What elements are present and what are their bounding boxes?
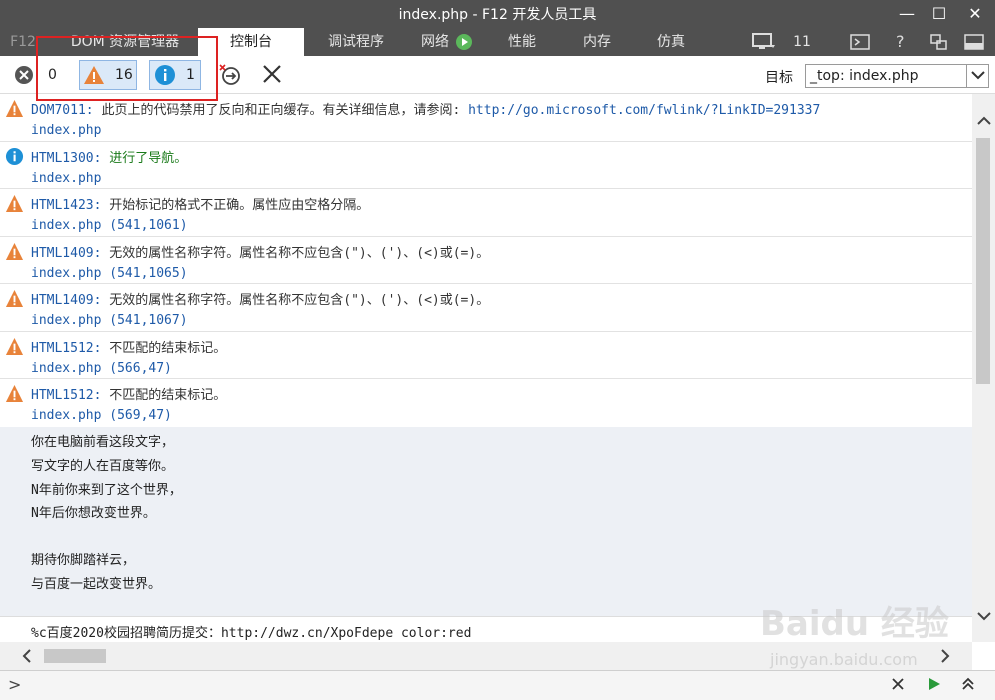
- info-icon: [5, 147, 24, 165]
- console-entry: HTML1300: 进行了导航。 index.php: [0, 142, 972, 189]
- highlight-box: [36, 36, 218, 101]
- target-select[interactable]: _top: index.php: [805, 64, 989, 88]
- entry-message: 无效的属性名称字符。属性名称不应包含(")、(')、(<)或(=)。: [109, 293, 490, 308]
- tab-debugger[interactable]: 调试程序: [318, 28, 394, 56]
- chevron-down-icon[interactable]: [966, 65, 988, 87]
- log-line: N年前你来到了这个世界，: [31, 483, 182, 498]
- log-line: 写文字的人在百度等你。: [31, 459, 175, 474]
- console-entry: HTML1423: 开始标记的格式不正确。属性应由空格分隔。 index.php…: [0, 189, 972, 237]
- entry-code: HTML1423:: [31, 198, 102, 213]
- close-button[interactable]: ✕: [958, 0, 992, 28]
- watermark-url: jingyan.baidu.com: [770, 650, 918, 669]
- scroll-right-icon[interactable]: [940, 649, 950, 667]
- log-line-recruit: %c百度2020校园招聘简历提交：http://dwz.cn/XpoFdepe …: [31, 626, 472, 641]
- entry-code: HTML1409:: [31, 293, 102, 308]
- log-message-block: 你在电脑前看这段文字， 写文字的人在百度等你。 N年前你来到了这个世界， N年后…: [0, 427, 972, 617]
- watermark-logo: Baidu 经验: [760, 604, 949, 644]
- entry-message: 不匹配的结束标记。: [109, 340, 227, 356]
- scroll-up-icon[interactable]: [972, 114, 995, 130]
- vertical-scrollbar[interactable]: [972, 94, 995, 642]
- target-label: 目标: [765, 70, 793, 86]
- tab-emulation[interactable]: 仿真: [646, 28, 696, 56]
- clear-console-icon[interactable]: [261, 63, 283, 89]
- entry-code: HTML1512:: [31, 340, 102, 356]
- entry-source[interactable]: index.php: [31, 123, 101, 138]
- undock-icon[interactable]: [930, 34, 948, 54]
- break-on-error-icon[interactable]: [219, 64, 241, 90]
- log-line: 与百度一起改变世界。: [31, 577, 162, 592]
- console-entry: HTML1512: 不匹配的结束标记。 index.php (569,47): [0, 379, 972, 427]
- window-title: index.php - F12 开发人员工具: [398, 7, 597, 23]
- console-input-bar[interactable]: >: [0, 670, 995, 700]
- log-line: 期待你脚踏祥云，: [31, 553, 136, 568]
- console-toggle-icon[interactable]: [850, 34, 870, 54]
- target-value: _top: index.php: [810, 68, 919, 84]
- log-line: N年后你想改变世界。: [31, 506, 156, 521]
- console-entry: DOM7011: 此页上的代码禁用了反向和正向缓存。有关详细信息，请参阅: ht…: [0, 94, 972, 142]
- horizontal-scroll-thumb[interactable]: [44, 649, 106, 663]
- warning-icon: [5, 384, 24, 403]
- tab-performance[interactable]: 性能: [497, 28, 547, 56]
- scroll-down-icon[interactable]: [972, 609, 995, 625]
- console-entry: HTML1409: 无效的属性名称字符。属性名称不应包含(")、(')、(<)或…: [0, 237, 972, 284]
- warning-icon: [5, 194, 24, 213]
- entry-source[interactable]: index.php: [31, 171, 101, 186]
- console-entry: HTML1409: 无效的属性名称字符。属性名称不应包含(")、(')、(<)或…: [0, 284, 972, 332]
- entry-code: HTML1409:: [31, 245, 102, 261]
- run-icon[interactable]: [927, 677, 941, 695]
- warning-icon: [5, 99, 24, 118]
- entry-message: 进行了导航。: [109, 150, 188, 166]
- warning-icon: [5, 337, 24, 355]
- entry-source[interactable]: index.php (541,1061): [31, 218, 188, 233]
- tab-network[interactable]: 网络: [414, 28, 456, 56]
- entry-message: 此页上的代码禁用了反向和正向缓存。有关详细信息，请参阅:: [101, 103, 461, 118]
- play-icon[interactable]: [456, 34, 472, 50]
- entry-source[interactable]: index.php (566,47): [31, 361, 172, 376]
- scroll-left-icon[interactable]: [22, 649, 32, 667]
- dock-icon[interactable]: [964, 34, 984, 54]
- entry-link[interactable]: http://go.microsoft.com/fwlink/?LinkID=2…: [468, 103, 820, 118]
- title-bar: index.php - F12 开发人员工具 — ☐ ✕: [0, 0, 995, 28]
- clear-input-icon[interactable]: [891, 677, 905, 695]
- entry-source[interactable]: index.php (541,1065): [31, 266, 188, 281]
- tab-memory[interactable]: 内存: [572, 28, 622, 56]
- tab-f12[interactable]: F12: [8, 28, 38, 56]
- error-icon: [15, 66, 33, 84]
- vertical-scroll-thumb[interactable]: [976, 138, 990, 384]
- entry-message: 无效的属性名称字符。属性名称不应包含(")、(')、(<)或(=)。: [109, 245, 490, 261]
- entry-message: 不匹配的结束标记。: [109, 388, 227, 403]
- entry-code: HTML1512:: [31, 388, 102, 403]
- minimize-button[interactable]: —: [890, 0, 924, 28]
- console-entry: HTML1512: 不匹配的结束标记。 index.php (566,47): [0, 332, 972, 379]
- device-count: 11: [793, 34, 811, 50]
- entry-message: 开始标记的格式不正确。属性应由空格分隔。: [109, 198, 370, 213]
- input-prompt: >: [8, 675, 22, 694]
- entry-source[interactable]: index.php (541,1067): [31, 313, 188, 328]
- warning-icon: [5, 289, 24, 308]
- maximize-button[interactable]: ☐: [922, 0, 956, 28]
- monitor-icon[interactable]: [752, 33, 776, 55]
- entry-code: DOM7011:: [31, 103, 94, 118]
- entry-code: HTML1300:: [31, 150, 102, 166]
- entry-source[interactable]: index.php (569,47): [31, 408, 172, 423]
- help-icon[interactable]: ?: [896, 32, 905, 51]
- expand-input-icon[interactable]: [961, 677, 975, 695]
- console-output: DOM7011: 此页上的代码禁用了反向和正向缓存。有关详细信息，请参阅: ht…: [0, 94, 972, 642]
- warning-icon: [5, 242, 24, 260]
- log-line: 你在电脑前看这段文字，: [31, 435, 175, 450]
